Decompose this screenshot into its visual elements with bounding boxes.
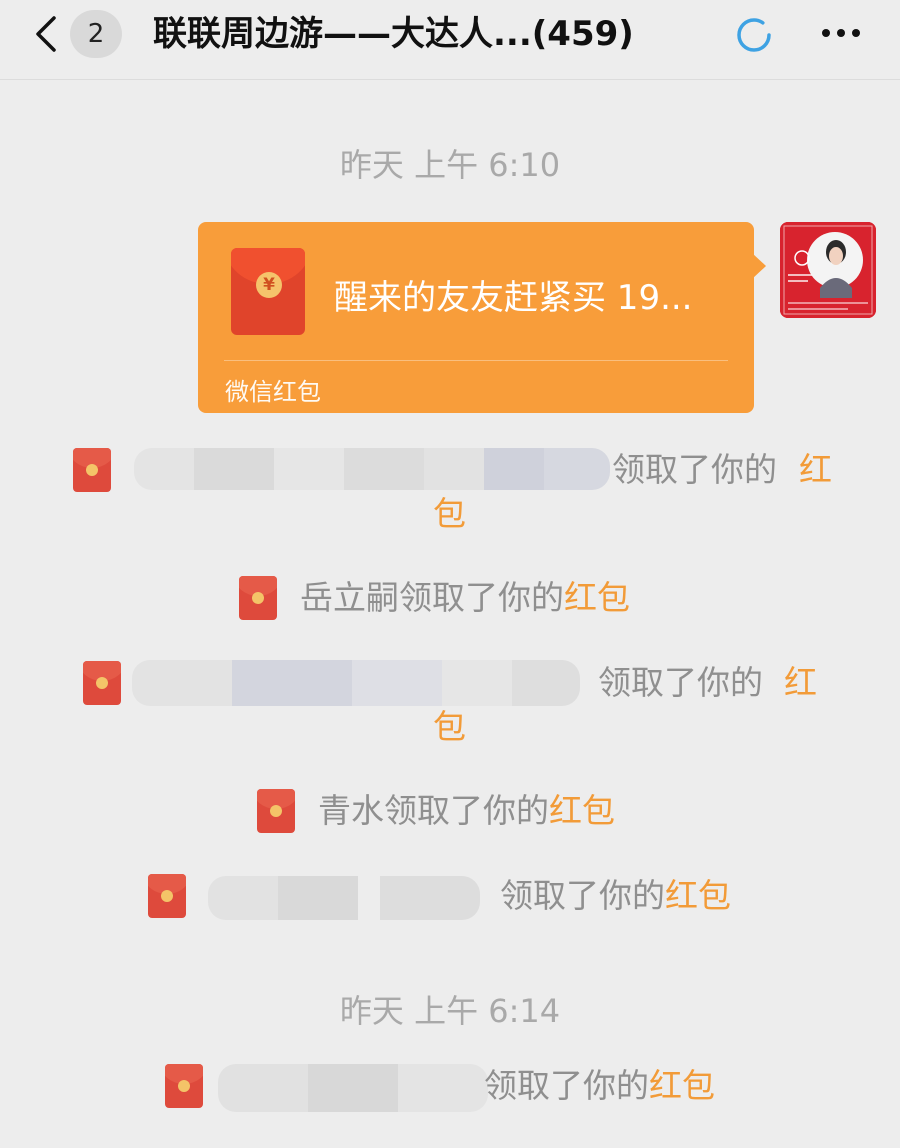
red-packet-notification: 岳立嗣领取了你的红包 (300, 576, 630, 620)
notification-received-text: 领取了你的 (500, 876, 665, 915)
chat-title[interactable]: 联联周边游——大达人...(459) (153, 12, 634, 56)
notification-red-packet-link[interactable]: 红包 (665, 876, 731, 915)
notification-received-text: 领取了你的 (399, 578, 564, 617)
red-packet-notification: 领取了你的红包 (500, 874, 731, 918)
back-chevron-icon[interactable] (30, 12, 64, 56)
red-packet-notification: 青水领取了你的红包 (318, 789, 615, 833)
chat-timestamp: 昨天 上午 6:10 (339, 146, 561, 184)
red-packet-message[interactable]: ¥ 醒来的友友赶紧买 19... 微信红包 (198, 222, 754, 413)
unread-count-badge[interactable]: 2 (70, 10, 122, 58)
red-packet-icon (165, 1064, 203, 1108)
loading-spinner-icon (737, 18, 771, 52)
notification-red-packet-link[interactable]: 红包 (649, 1066, 715, 1105)
bubble-divider (224, 360, 728, 361)
notification-red-packet-link[interactable]: 红包 (564, 578, 630, 617)
blurred-name (208, 876, 480, 920)
receiver-name: 青水 (318, 791, 384, 830)
red-packet-icon (73, 448, 111, 492)
notification-red-packet-link[interactable]: 红 (784, 661, 817, 705)
red-packet-icon (257, 789, 295, 833)
notification-received-text: 领取了你的 (384, 791, 549, 830)
blurred-name (218, 1064, 488, 1112)
red-packet-coin-icon: ¥ (256, 272, 282, 298)
notification-received-text: 领取了你的 (484, 1066, 649, 1105)
more-dots-icon[interactable] (818, 20, 864, 46)
blurred-name (132, 660, 580, 706)
chat-header: 2 联联周边游——大达人...(459) (0, 0, 900, 80)
notification-red-packet-link[interactable]: 红包 (549, 791, 615, 830)
bubble-tail (752, 253, 766, 279)
chat-timestamp: 昨天 上午 6:14 (339, 992, 561, 1030)
notification-red-packet-link[interactable]: 包 (433, 705, 466, 749)
red-packet-greeting: 醒来的友友赶紧买 19... (334, 278, 693, 318)
notification-received-text: 领取了你的 (598, 663, 763, 702)
notification-red-packet-link[interactable]: 包 (433, 492, 466, 536)
red-packet-icon (239, 576, 277, 620)
red-packet-notification: 领取了你的红包 (484, 1064, 715, 1108)
red-packet-icon (83, 661, 121, 705)
receiver-name: 岳立嗣 (300, 578, 399, 617)
sender-avatar[interactable] (780, 222, 876, 318)
member-count: (459) (531, 14, 634, 54)
group-name: 联联周边游——大达人... (153, 14, 532, 54)
red-packet-icon: ¥ (231, 248, 305, 335)
red-packet-label: 微信红包 (225, 378, 321, 406)
notification-red-packet-link[interactable]: 红 (430, 448, 832, 492)
red-packet-icon (148, 874, 186, 918)
